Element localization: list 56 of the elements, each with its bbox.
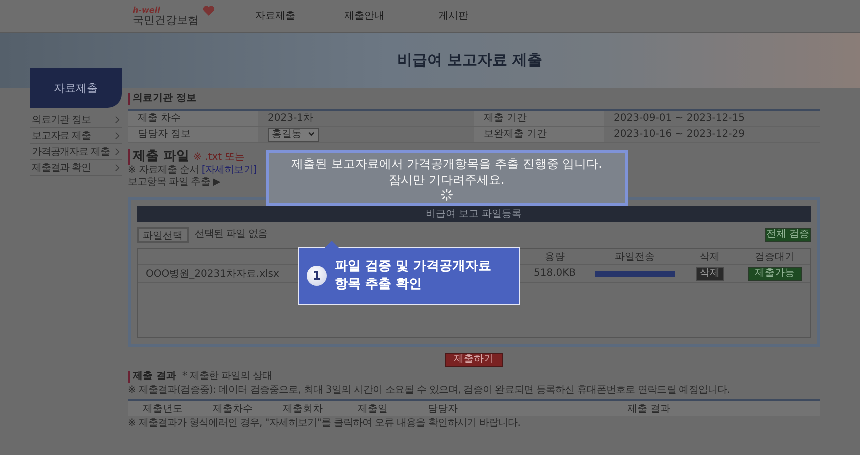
manager-select[interactable]: 홍길동: [268, 128, 320, 142]
notice-text: ※ 제출결과가 형식에러인 경우, "자세히보기"를 클릭하여 오류 내용을 확인하시기 바랍니다.: [128, 418, 522, 430]
table-header-cell: 제출 기간: [474, 111, 604, 127]
no-file-text: 선택된 파일 없음: [195, 229, 268, 241]
sidebar-title: 자료제출: [30, 68, 122, 108]
sidebar-item[interactable]: 보고자료 제출: [30, 128, 122, 144]
section-subtitle: * 제출한 파일의 상태: [182, 371, 272, 383]
logo-tagline: h-well: [133, 6, 160, 14]
column-header: 제출차수: [212, 402, 254, 416]
dropdown-caret-icon: [308, 132, 316, 136]
notice-text: ※ 제출결과(검증중): 데이터 검증중으로, 최대 3일의 시간이 소요될 수 있으며, 검증이 완료되면 등록하신 휴대폰번호로 연락드릴 예정입니다.: [128, 385, 731, 397]
loading-message: 제출된 보고자료에서 가격공개항목을 추출 진행중 입니다.: [292, 156, 602, 172]
table-header-cell: 제출 차수: [128, 111, 258, 127]
step-badge: 1: [307, 266, 327, 286]
sidebar-item[interactable]: 가격공개자료 제출: [30, 144, 122, 160]
order-label: ※ 자료제출 순서: [128, 165, 200, 176]
spinner-icon: [441, 189, 453, 201]
section-title: 제출 결과: [128, 371, 176, 383]
heart-icon: [203, 4, 215, 16]
choose-file-button[interactable]: 파일선택: [137, 227, 189, 243]
logo-name[interactable]: 국민건강보험: [133, 14, 199, 26]
table-cell-text: 2023-1차: [268, 112, 314, 126]
callout-text: 파일 검증 및 가격공개자료: [335, 258, 492, 276]
table-header-cell: 보완제출 기간: [474, 127, 604, 143]
column-header: 파일전송: [614, 250, 656, 264]
submit-button[interactable]: 제출하기: [445, 353, 503, 367]
section-title: 의료기관 정보: [128, 93, 820, 105]
table-cell-text: 2023-10-16 ~ 2023-12-29: [614, 128, 745, 142]
column-header: 제출년도: [142, 402, 184, 416]
loading-message: 잠시만 기다려주세요.: [389, 172, 505, 188]
panel-title: 비급여 보고 파일등록: [426, 208, 522, 221]
table-header-cell: 담당자 정보: [128, 127, 258, 143]
column-header: 삭제: [699, 250, 721, 264]
column-header: 제출회차: [282, 402, 324, 416]
steps-text: 보고항목 파일 추출 ▶: [128, 177, 220, 188]
delete-button[interactable]: 삭제: [696, 266, 724, 280]
verify-all-button[interactable]: 전체 검증: [765, 228, 811, 242]
extension-note: ※ .txt 또는: [194, 151, 246, 164]
table-cell-text: 2023-09-01 ~ 2023-12-15: [614, 112, 745, 126]
column-header: 제출일: [357, 402, 389, 416]
column-header: 담당자: [427, 402, 459, 416]
callout-text: 항목 추출 확인: [335, 276, 424, 294]
nav-link[interactable]: 자료제출: [233, 9, 318, 23]
file-name: OOO병원_20231차자료.xlsx: [146, 268, 280, 280]
nav-link[interactable]: 제출안내: [322, 9, 407, 23]
banner-title: 비급여 보고자료 제출: [396, 51, 543, 70]
file-size: 518.0KB: [532, 268, 578, 279]
column-header: 제출 결과: [626, 402, 672, 416]
sidebar-item[interactable]: 제출결과 확인: [30, 160, 122, 176]
status-button[interactable]: 제출가능: [748, 266, 802, 280]
sidebar-item[interactable]: 의료기관 정보: [30, 112, 122, 128]
column-header: 용량: [544, 250, 566, 264]
nav-link[interactable]: 게시판: [411, 9, 496, 23]
details-link[interactable]: [자세히보기]: [202, 165, 257, 176]
column-header: 검증대기: [754, 250, 796, 264]
section-title: 제출 파일: [128, 149, 190, 165]
